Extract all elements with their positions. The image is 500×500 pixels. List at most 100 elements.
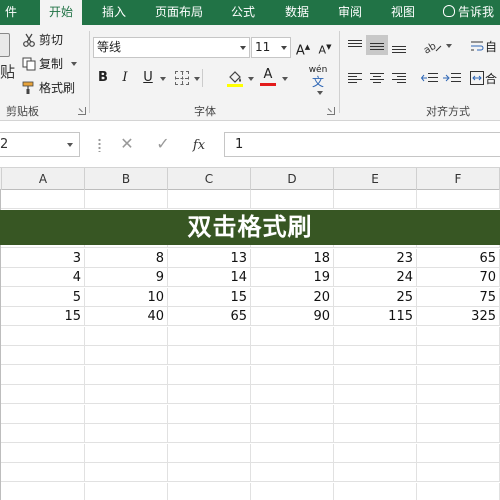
phonetic-guide-button[interactable]: wén 文 <box>304 65 332 91</box>
align-center-button[interactable] <box>366 68 388 88</box>
tab-formulas[interactable]: 公式 <box>222 0 264 25</box>
clipboard-launcher-icon[interactable] <box>78 107 86 115</box>
column-header-c[interactable]: C <box>168 168 251 190</box>
wrap-text-button[interactable]: 自 <box>470 37 500 55</box>
cell-d9[interactable] <box>251 346 334 365</box>
cell-d5[interactable]: 19 <box>251 268 334 287</box>
cell-c9[interactable] <box>168 346 251 365</box>
formula-input[interactable]: 1 <box>224 132 500 157</box>
cell-c10[interactable] <box>168 365 251 385</box>
cell-b12[interactable] <box>85 404 168 424</box>
chevron-down-icon[interactable] <box>160 77 166 81</box>
bottom-align-button[interactable] <box>388 35 410 55</box>
cell-e7[interactable]: 115 <box>334 307 417 326</box>
cell-d12[interactable] <box>251 404 334 424</box>
cell-e13[interactable] <box>334 424 417 443</box>
tab-file[interactable]: 件 <box>0 0 22 25</box>
cell-c7[interactable]: 65 <box>168 307 251 326</box>
merge-center-button[interactable]: 合 <box>470 69 500 87</box>
cell-b8[interactable] <box>85 326 168 346</box>
orientation-icon[interactable]: ab <box>422 37 442 57</box>
cell-a7[interactable]: 15 <box>2 307 85 326</box>
cell-f1[interactable] <box>417 190 500 209</box>
cell-b13[interactable] <box>85 424 168 443</box>
cell-d6[interactable]: 20 <box>251 287 334 307</box>
cell-a1[interactable] <box>2 190 85 209</box>
cell-b10[interactable] <box>85 365 168 385</box>
cell-f15[interactable] <box>417 463 500 482</box>
column-header-b[interactable]: B <box>85 168 168 190</box>
cell-c12[interactable] <box>168 404 251 424</box>
cell-d15[interactable] <box>251 463 334 482</box>
borders-icon[interactable] <box>175 71 189 85</box>
tab-home[interactable]: 开始 <box>40 0 82 25</box>
cell-c5[interactable]: 14 <box>168 268 251 287</box>
tell-me-box[interactable]: 告诉我 <box>443 0 494 25</box>
tab-page-layout[interactable]: 页面布局 <box>147 0 211 25</box>
cell-f10[interactable] <box>417 365 500 385</box>
cell-e11[interactable] <box>334 385 417 404</box>
cell-b14[interactable] <box>85 443 168 463</box>
cell-a13[interactable] <box>2 424 85 443</box>
cell-c8[interactable] <box>168 326 251 346</box>
cell-b5[interactable]: 9 <box>85 268 168 287</box>
cell-a16[interactable] <box>2 482 85 500</box>
insert-function-button[interactable]: fx <box>188 134 210 154</box>
cell-e16[interactable] <box>334 482 417 500</box>
cell-f5[interactable]: 70 <box>417 268 500 287</box>
cell-f4[interactable]: 65 <box>417 248 500 268</box>
name-box[interactable]: 2 <box>0 132 80 157</box>
format-painter-button[interactable]: 格式刷 <box>22 79 75 96</box>
cell-d8[interactable] <box>251 326 334 346</box>
increase-indent-button[interactable] <box>442 68 464 88</box>
cell-e14[interactable] <box>334 443 417 463</box>
tab-view[interactable]: 视图 <box>382 0 424 25</box>
column-header-d[interactable]: D <box>251 168 334 190</box>
cell-e5[interactable]: 24 <box>334 268 417 287</box>
cell-c16[interactable] <box>168 482 251 500</box>
cell-b11[interactable] <box>85 385 168 404</box>
cell-b9[interactable] <box>85 346 168 365</box>
font-launcher-icon[interactable] <box>327 107 335 115</box>
cell-e15[interactable] <box>334 463 417 482</box>
cell-d11[interactable] <box>251 385 334 404</box>
paste-icon[interactable] <box>0 33 10 57</box>
cell-f14[interactable] <box>417 443 500 463</box>
font-name-select[interactable]: 等线 <box>93 37 250 58</box>
cell-c13[interactable] <box>168 424 251 443</box>
confirm-entry-button[interactable]: ✓ <box>152 134 174 154</box>
cell-b1[interactable] <box>85 190 168 209</box>
tab-insert[interactable]: 插入 <box>93 0 135 25</box>
cell-a14[interactable] <box>2 443 85 463</box>
fill-color-icon[interactable] <box>227 69 243 87</box>
align-right-button[interactable] <box>388 68 410 88</box>
chevron-down-icon[interactable] <box>446 44 452 48</box>
cell-e12[interactable] <box>334 404 417 424</box>
cell-d4[interactable]: 18 <box>251 248 334 268</box>
cell-e8[interactable] <box>334 326 417 346</box>
cell-e4[interactable]: 23 <box>334 248 417 268</box>
cell-d7[interactable]: 90 <box>251 307 334 326</box>
cell-a8[interactable] <box>2 326 85 346</box>
cell-d10[interactable] <box>251 365 334 385</box>
cell-c6[interactable]: 15 <box>168 287 251 307</box>
cell-f12[interactable] <box>417 404 500 424</box>
copy-button[interactable]: 复制 <box>22 55 78 72</box>
chevron-down-icon[interactable] <box>282 77 288 81</box>
chevron-down-icon[interactable] <box>248 77 254 81</box>
cell-f6[interactable]: 75 <box>417 287 500 307</box>
cell-c11[interactable] <box>168 385 251 404</box>
cell-a6[interactable]: 5 <box>2 287 85 307</box>
cell-b15[interactable] <box>85 463 168 482</box>
cell-a11[interactable] <box>2 385 85 404</box>
tab-data[interactable]: 数据 <box>276 0 318 25</box>
cell-a15[interactable] <box>2 463 85 482</box>
cell-f13[interactable] <box>417 424 500 443</box>
cancel-entry-button[interactable]: ✕ <box>116 134 138 154</box>
cell-f16[interactable] <box>417 482 500 500</box>
paste-button-label[interactable]: 贴 <box>0 61 15 82</box>
column-header-f[interactable]: F <box>417 168 500 190</box>
cell-c15[interactable] <box>168 463 251 482</box>
cell-e10[interactable] <box>334 365 417 385</box>
cut-button[interactable]: 剪切 <box>22 31 63 48</box>
